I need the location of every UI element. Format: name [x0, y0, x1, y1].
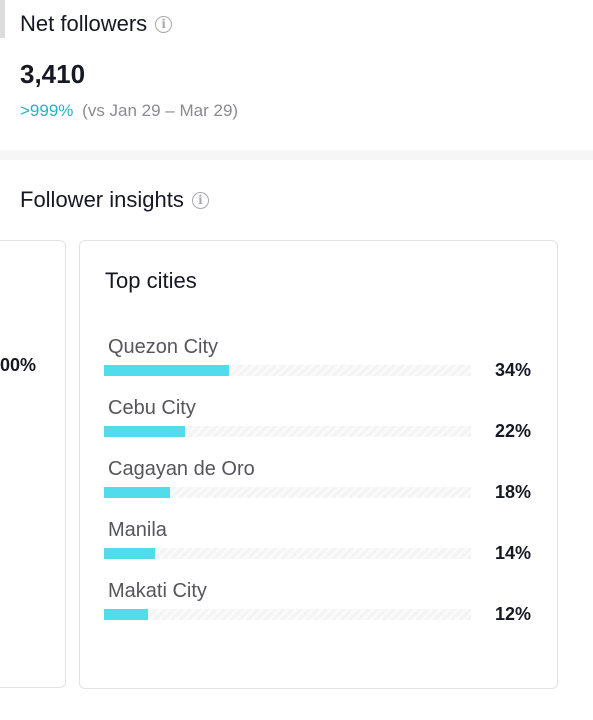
city-bar-fill	[104, 548, 155, 559]
change-percent: >999%	[20, 101, 74, 120]
city-row: Cebu City 22%	[80, 397, 559, 447]
top-cities-title: Top cities	[105, 268, 197, 293]
net-followers-change-row: >999% (vs Jan 29 – Mar 29)	[20, 101, 238, 121]
section-divider	[0, 150, 593, 160]
previous-card-value: 00%	[0, 355, 37, 375]
city-name: Cebu City	[108, 397, 196, 419]
comparison-period: (vs Jan 29 – Mar 29)	[82, 101, 239, 120]
city-percent: 14%	[494, 543, 531, 563]
city-name: Manila	[108, 519, 167, 541]
city-bar-fill	[104, 426, 185, 437]
city-bar-track	[104, 365, 471, 376]
section-accent-rule	[0, 0, 5, 38]
city-percent: 34%	[494, 360, 531, 380]
previous-insight-card[interactable]	[0, 240, 66, 688]
city-bar-fill	[104, 609, 148, 620]
info-icon[interactable]: i	[155, 15, 173, 33]
city-name: Makati City	[108, 580, 207, 602]
net-followers-value: 3,410	[20, 59, 86, 89]
city-bar-fill	[104, 365, 229, 376]
city-percent: 12%	[494, 604, 531, 624]
city-row: Quezon City 34%	[80, 336, 559, 386]
city-bar-fill	[104, 487, 170, 498]
net-followers-header: Net followers i	[20, 11, 173, 37]
net-followers-title: Net followers	[20, 11, 148, 36]
city-name: Quezon City	[108, 336, 219, 358]
city-bar-track	[104, 426, 471, 437]
follower-insights-title: Follower insights	[20, 187, 184, 212]
city-bar-track	[104, 487, 471, 498]
follower-insights-header: Follower insights i	[20, 187, 209, 213]
city-percent: 18%	[494, 482, 531, 502]
city-percent: 22%	[494, 421, 531, 441]
city-name: Cagayan de Oro	[108, 458, 255, 480]
info-icon[interactable]: i	[191, 191, 209, 209]
city-row: Manila 14%	[80, 519, 559, 569]
top-cities-card[interactable]: Top cities Quezon City 34% Cebu City 22% Cag…	[79, 240, 558, 689]
city-row: Cagayan de Oro 18%	[80, 458, 559, 508]
city-row: Makati City 12%	[80, 580, 559, 630]
city-bar-track	[104, 609, 471, 620]
city-bar-track	[104, 548, 471, 559]
